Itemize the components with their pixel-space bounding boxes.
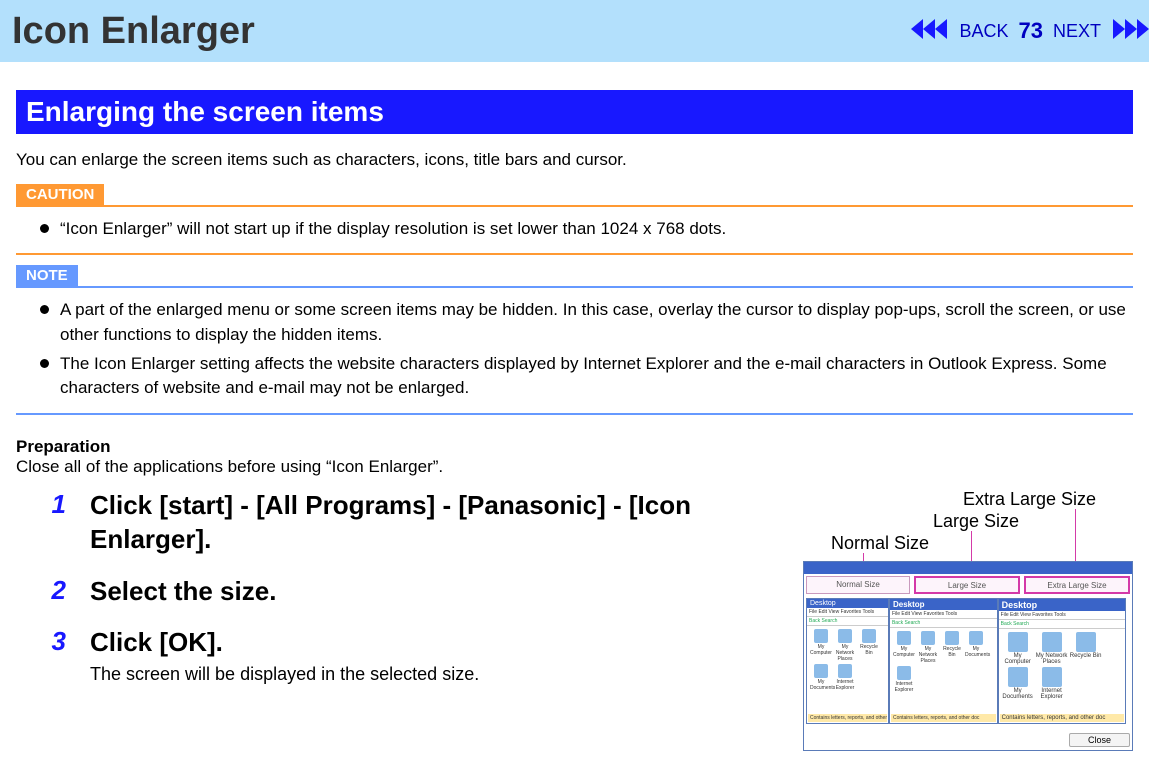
step: 2 Select the size. [44,575,785,609]
recycle-icon [1076,632,1096,652]
note-rule-bottom [16,413,1133,415]
figure-label-large: Large Size [933,511,1019,532]
figure: Extra Large Size Large Size Normal Size … [803,489,1133,751]
preview-title: Desktop [999,599,1125,611]
preview-toolbar: Back Search [999,620,1125,629]
preview-title: Desktop [890,599,997,610]
tab-extra-large-size[interactable]: Extra Large Size [1024,576,1130,594]
step-number: 2 [44,575,66,609]
caution-rule-top [16,205,1133,207]
back-arrow-icon[interactable] [911,17,953,46]
preview-menu: File Edit View Favorites Tools [999,611,1125,620]
note-item: A part of the enlarged menu or some scre… [40,298,1133,347]
page-number: 73 [1015,18,1047,44]
note-label: NOTE [16,265,78,286]
preview-menu: File Edit View Favorites Tools [807,608,888,617]
documents-icon [969,631,983,645]
step-number: 1 [44,489,66,557]
network-icon [838,629,852,643]
page-nav: BACK 73 NEXT [911,17,1149,46]
page-title: Icon Enlarger [12,10,255,53]
back-button[interactable]: BACK [955,21,1012,42]
section-heading: Enlarging the screen items [16,90,1133,134]
step-title: Click [start] - [All Programs] - [Panaso… [90,489,785,557]
preview-menu: File Edit View Favorites Tools [890,610,997,619]
figure-label-extra: Extra Large Size [963,489,1096,510]
note-list: A part of the enlarged menu or some scre… [16,298,1133,401]
step-title: Click [OK]. [90,626,479,660]
steps-list: 1 Click [start] - [All Programs] - [Pana… [16,489,785,703]
caution-label: CAUTION [16,184,104,205]
preview-status: Contains letters, reports, and other doc [808,714,887,722]
recycle-icon [862,629,876,643]
preview-extra-large: Desktop File Edit View Favorites Tools B… [998,598,1126,724]
section-intro: You can enlarge the screen items such as… [16,148,1133,172]
computer-icon [814,629,828,643]
preview-large: Desktop File Edit View Favorites Tools B… [889,598,998,724]
caution-list: “Icon Enlarger” will not start up if the… [16,217,1133,242]
step-number: 3 [44,626,66,685]
preview-toolbar: Back Search [807,617,888,626]
ie-icon [1042,667,1062,687]
step: 1 Click [start] - [All Programs] - [Pana… [44,489,785,557]
close-button[interactable]: Close [1069,733,1130,747]
network-icon [921,631,935,645]
computer-icon [897,631,911,645]
caution-rule-bottom [16,253,1133,255]
preparation-text: Close all of the applications before usi… [16,457,1133,477]
note-item: The Icon Enlarger setting affects the we… [40,352,1133,401]
content: Enlarging the screen items You can enlar… [0,62,1149,767]
recycle-icon [945,631,959,645]
window-titlebar [804,562,1132,574]
tab-large-size[interactable]: Large Size [914,576,1020,594]
documents-icon [814,664,828,678]
preview-normal: Desktop File Edit View Favorites Tools B… [806,598,889,724]
preview-title: Desktop [807,599,888,608]
step-description: The screen will be displayed in the sele… [90,664,479,685]
caution-item: “Icon Enlarger” will not start up if the… [40,217,1133,242]
next-button[interactable]: NEXT [1049,21,1105,42]
ie-icon [838,664,852,678]
preview-status: Contains letters, reports, and other doc [891,714,996,722]
page-header: Icon Enlarger BACK 73 NEXT [0,0,1149,62]
figure-label-normal: Normal Size [831,533,929,554]
preview-status: Contains letters, reports, and other doc [1000,714,1124,722]
note-rule-top [16,286,1133,288]
tab-normal-size[interactable]: Normal Size [806,576,910,594]
preparation-heading: Preparation [16,437,1133,457]
documents-icon [1008,667,1028,687]
next-arrow-icon[interactable] [1107,17,1149,46]
computer-icon [1008,632,1028,652]
network-icon [1042,632,1062,652]
step: 3 Click [OK]. The screen will be display… [44,626,785,685]
step-title: Select the size. [90,575,276,609]
ie-icon [897,666,911,680]
icon-enlarger-window: Normal Size Large Size Extra Large Size … [803,561,1133,751]
preview-toolbar: Back Search [890,619,997,628]
